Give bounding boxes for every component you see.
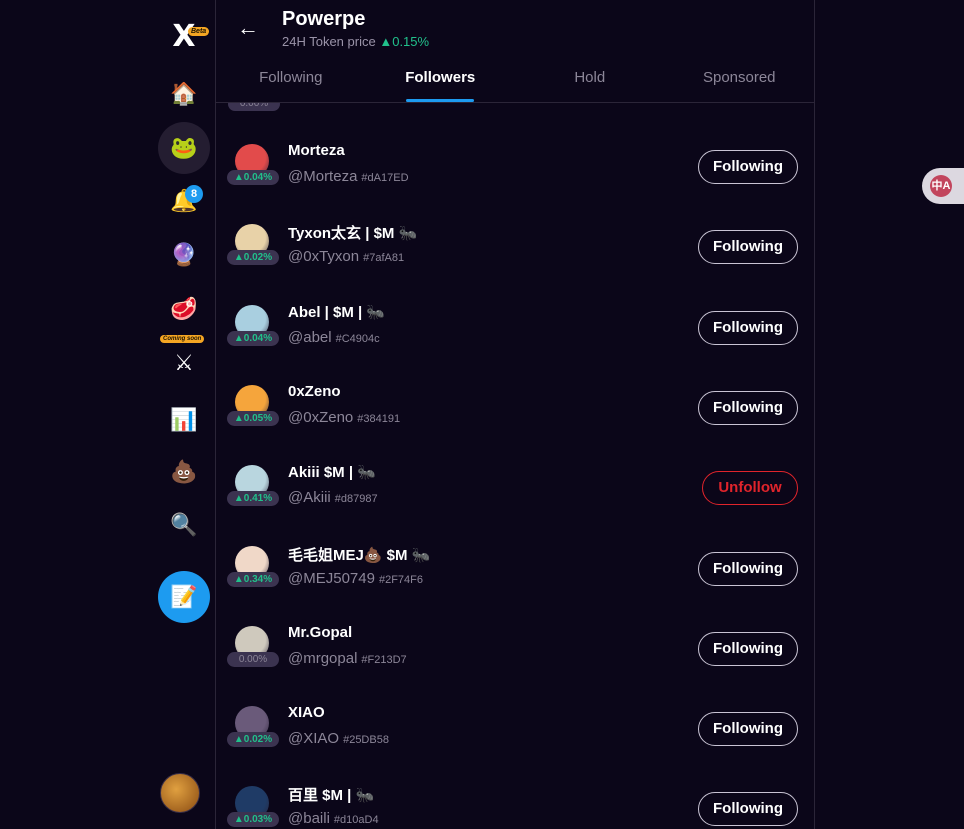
user-tag: #384191: [357, 413, 401, 425]
tab-followers[interactable]: Followers: [366, 56, 516, 102]
swords-icon[interactable]: ⚔ Coming soon: [158, 335, 210, 389]
token-price-subtitle: 24H Token price ▲0.15%: [282, 34, 429, 49]
user-handle: @Morteza #dA17ED: [288, 168, 409, 185]
user-tag: #dA17ED: [361, 172, 409, 184]
following-button[interactable]: Following: [698, 391, 798, 425]
user-handle: @0xTyxon #7afA81: [288, 248, 405, 265]
list-item[interactable]: ▲0.04% Abel | $M | 🐜 @abel #C4904c Follow…: [216, 285, 814, 365]
beta-badge: Beta: [188, 27, 210, 36]
list-item[interactable]: 0.00% Mr.Gopal @mrgopal #F213D7 Following: [216, 606, 814, 686]
user-name[interactable]: Abel | $M | 🐜: [288, 303, 385, 321]
list-item[interactable]: ▲0.04% Morteza @Morteza #dA17ED Following: [216, 124, 814, 204]
translate-button[interactable]: 中A: [922, 168, 964, 204]
coming-soon-badge: Coming soon: [160, 335, 205, 343]
user-name[interactable]: Akiii $M | 🐜: [288, 463, 376, 481]
list-item[interactable]: ▲0.05% 0xZeno @0xZeno #384191 Following: [216, 365, 814, 445]
user-tag: #d10aD4: [333, 814, 379, 826]
price-change-badge: 0.00%: [227, 652, 279, 667]
user-handle: @MEJ50749 #2F74F6: [288, 570, 423, 587]
user-tag: #d87987: [334, 493, 378, 505]
back-arrow-icon[interactable]: ←: [232, 12, 264, 44]
user-handle: @Akiii #d87987: [288, 489, 378, 506]
tab-sponsored[interactable]: Sponsored: [665, 56, 815, 102]
token-price-change: ▲0.15%: [379, 34, 430, 49]
user-name[interactable]: XIAO: [288, 704, 325, 721]
user-name[interactable]: Tyxon太玄 | $M 🐜: [288, 222, 417, 243]
user-tag: #7afA81: [363, 252, 405, 264]
following-button[interactable]: Following: [698, 712, 798, 746]
bell-icon[interactable]: 🔔 8: [158, 175, 210, 227]
list-item[interactable]: ▲0.03% 百里 $M | 🐜 @baili #d10aD4 Following: [216, 766, 814, 829]
following-button[interactable]: Following: [698, 552, 798, 586]
page-title: Powerpe: [282, 8, 366, 30]
price-change-badge: ▲0.03%: [227, 812, 279, 827]
balloon-icon[interactable]: 🔮: [158, 229, 210, 281]
price-change-badge: ▲0.04%: [227, 170, 279, 185]
page-header: ← Powerpe 24H Token price ▲0.15%: [216, 0, 814, 56]
home-icon[interactable]: 🏠: [158, 68, 210, 120]
following-button[interactable]: Following: [698, 230, 798, 264]
list-item[interactable]: ▲0.34% 毛毛姐MEJ💩 $M 🐜 @MEJ50749 #2F74F6 Fol…: [216, 526, 814, 606]
tab-bar: Following Followers Hold Sponsored: [216, 56, 814, 103]
compose-button[interactable]: 📝: [158, 571, 210, 623]
user-tag: #C4904c: [335, 333, 380, 345]
main-panel: ← Powerpe 24H Token price ▲0.15% Followi…: [215, 0, 815, 829]
followers-list: 0.00% ▲0.04% Morteza @Morteza #dA17ED Fol…: [216, 103, 814, 829]
price-change-badge: ▲0.41%: [227, 491, 279, 506]
price-change-badge: ▲0.02%: [227, 732, 279, 747]
tab-following[interactable]: Following: [216, 56, 366, 102]
following-button[interactable]: Following: [698, 792, 798, 826]
unfollow-button[interactable]: Unfollow: [702, 471, 798, 505]
translate-icon: 中A: [930, 175, 952, 197]
user-name[interactable]: 毛毛姐MEJ💩 $M 🐜: [288, 544, 430, 565]
user-handle: @0xZeno #384191: [288, 409, 401, 426]
following-button[interactable]: Following: [698, 311, 798, 345]
magnifier-icon[interactable]: 🔍: [158, 499, 210, 551]
list-item[interactable]: ▲0.41% Akiii $M | 🐜 @Akiii #d87987 Unfoll…: [216, 445, 814, 525]
list-item[interactable]: ▲0.02% XIAO @XIAO #25DB58 Following: [216, 686, 814, 766]
pepe-icon[interactable]: 🐸: [158, 122, 210, 174]
logo-x: X: [172, 18, 196, 54]
user-tag: #25DB58: [343, 734, 389, 746]
list-item[interactable]: ▲0.02% Tyxon太玄 | $M 🐜 @0xTyxon #7afA81 Fo…: [216, 204, 814, 284]
price-change-badge: ▲0.04%: [227, 331, 279, 346]
price-change-badge: ▲0.34%: [227, 572, 279, 587]
tab-hold[interactable]: Hold: [515, 56, 665, 102]
user-name[interactable]: 百里 $M | 🐜: [288, 784, 374, 805]
following-button[interactable]: Following: [698, 150, 798, 184]
left-sidebar: X Beta 🏠 🐸 🔔 8 🔮 🥩 ⚔ Coming soon 📊 💩 🔍 📝: [156, 0, 215, 829]
compose-icon: 📝: [170, 584, 198, 609]
user-tag: #2F74F6: [378, 574, 423, 586]
user-tag: #F213D7: [361, 654, 407, 666]
token-price-label: 24H Token price: [282, 34, 376, 49]
app-logo[interactable]: X Beta: [158, 10, 210, 62]
user-handle: @mrgopal #F213D7: [288, 650, 407, 667]
user-handle: @baili #d10aD4: [288, 810, 379, 827]
price-change-badge: ▲0.02%: [227, 250, 279, 265]
following-button[interactable]: Following: [698, 632, 798, 666]
user-name[interactable]: Mr.Gopal: [288, 624, 352, 641]
meat-icon[interactable]: 🥩: [158, 283, 210, 335]
user-handle: @XIAO #25DB58: [288, 730, 389, 747]
notification-count-badge: 8: [185, 185, 203, 203]
poop-icon[interactable]: 💩: [158, 446, 210, 498]
user-handle: @abel #C4904c: [288, 329, 380, 346]
user-name[interactable]: Morteza: [288, 142, 345, 159]
price-change-badge: ▲0.05%: [227, 411, 279, 426]
user-name[interactable]: 0xZeno: [288, 383, 341, 400]
user-avatar[interactable]: [160, 773, 200, 813]
price-change-badge: 0.00%: [228, 103, 280, 111]
podium-icon[interactable]: 📊: [158, 394, 210, 446]
